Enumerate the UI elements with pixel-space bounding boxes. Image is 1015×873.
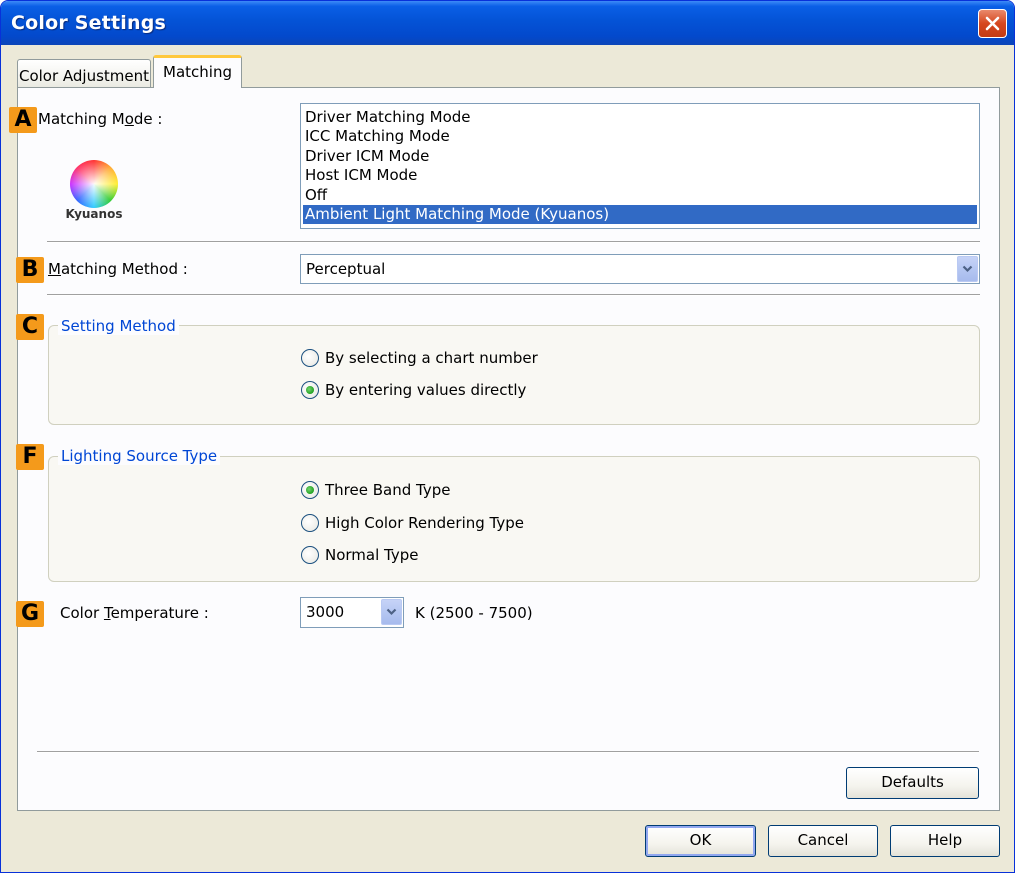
radio-button[interactable]	[301, 514, 319, 532]
color-temperature-label: Color Temperature :	[60, 604, 209, 622]
kyuanos-logo: Kyuanos	[61, 151, 131, 223]
matching-method-value: Perceptual	[306, 260, 386, 278]
list-item[interactable]: Driver Matching Mode	[303, 108, 977, 127]
color-temperature-dropdown-button[interactable]	[381, 599, 402, 625]
separator	[47, 294, 980, 296]
radio-label: By entering values directly	[325, 381, 527, 399]
radio-label: Three Band Type	[325, 481, 451, 499]
close-button[interactable]	[978, 9, 1007, 38]
ok-button[interactable]: OK	[645, 825, 756, 857]
list-item[interactable]: Driver ICM Mode	[303, 147, 977, 166]
close-icon	[985, 16, 1000, 31]
radio-enter-values[interactable]: By entering values directly	[301, 381, 526, 399]
list-item[interactable]: Host ICM Mode	[303, 166, 977, 185]
color-settings-window: Color Settings Color Adjustment Matching…	[0, 0, 1015, 873]
matching-method-dropdown[interactable]: Perceptual	[300, 254, 980, 284]
radio-button[interactable]	[301, 349, 319, 367]
tab-matching[interactable]: Matching	[153, 55, 242, 88]
radio-button-checked[interactable]	[301, 381, 319, 399]
tab-color-adjustment[interactable]: Color Adjustment	[17, 59, 151, 89]
badge-b: B	[16, 257, 44, 283]
matching-method-label: Matching Method :	[48, 260, 188, 278]
separator	[47, 241, 980, 243]
help-button[interactable]: Help	[890, 825, 1000, 857]
list-item[interactable]: ICC Matching Mode	[303, 127, 977, 146]
chevron-down-icon	[386, 608, 397, 616]
kyuanos-color-wheel-icon	[70, 160, 118, 208]
matching-mode-label: Matching Mode :	[38, 110, 163, 128]
color-temperature-range: K (2500 - 7500)	[415, 604, 533, 622]
badge-c: C	[16, 314, 44, 340]
setting-method-title: Setting Method	[58, 317, 179, 335]
window-title: Color Settings	[11, 12, 167, 34]
radio-high-color-rendering[interactable]: High Color Rendering Type	[301, 514, 524, 532]
radio-normal-type[interactable]: Normal Type	[301, 546, 419, 564]
cancel-button[interactable]: Cancel	[768, 825, 878, 857]
color-temperature-dropdown[interactable]: 3000	[300, 597, 404, 628]
matching-method-dropdown-button[interactable]	[957, 256, 978, 282]
radio-chart-number[interactable]: By selecting a chart number	[301, 349, 538, 367]
badge-f: F	[16, 444, 44, 470]
kyuanos-logo-text: Kyuanos	[65, 207, 123, 221]
separator	[37, 751, 979, 753]
badge-g: G	[16, 601, 44, 627]
badge-a: A	[9, 107, 37, 133]
radio-three-band[interactable]: Three Band Type	[301, 481, 450, 499]
radio-button-checked[interactable]	[301, 481, 319, 499]
radio-button[interactable]	[301, 546, 319, 564]
defaults-button[interactable]: Defaults	[846, 767, 979, 799]
chevron-down-icon	[962, 265, 973, 273]
list-item-selected[interactable]: Ambient Light Matching Mode (Kyuanos)	[303, 205, 977, 224]
lighting-source-title: Lighting Source Type	[58, 447, 221, 465]
setting-method-group	[48, 325, 980, 425]
matching-mode-listbox[interactable]: Driver Matching Mode ICC Matching Mode D…	[300, 103, 980, 229]
radio-label: Normal Type	[325, 546, 419, 564]
title-bar[interactable]: Color Settings	[1, 1, 1014, 45]
radio-label: By selecting a chart number	[325, 349, 538, 367]
radio-label: High Color Rendering Type	[325, 514, 524, 532]
color-temperature-value: 3000	[306, 603, 345, 621]
list-item[interactable]: Off	[303, 186, 977, 205]
